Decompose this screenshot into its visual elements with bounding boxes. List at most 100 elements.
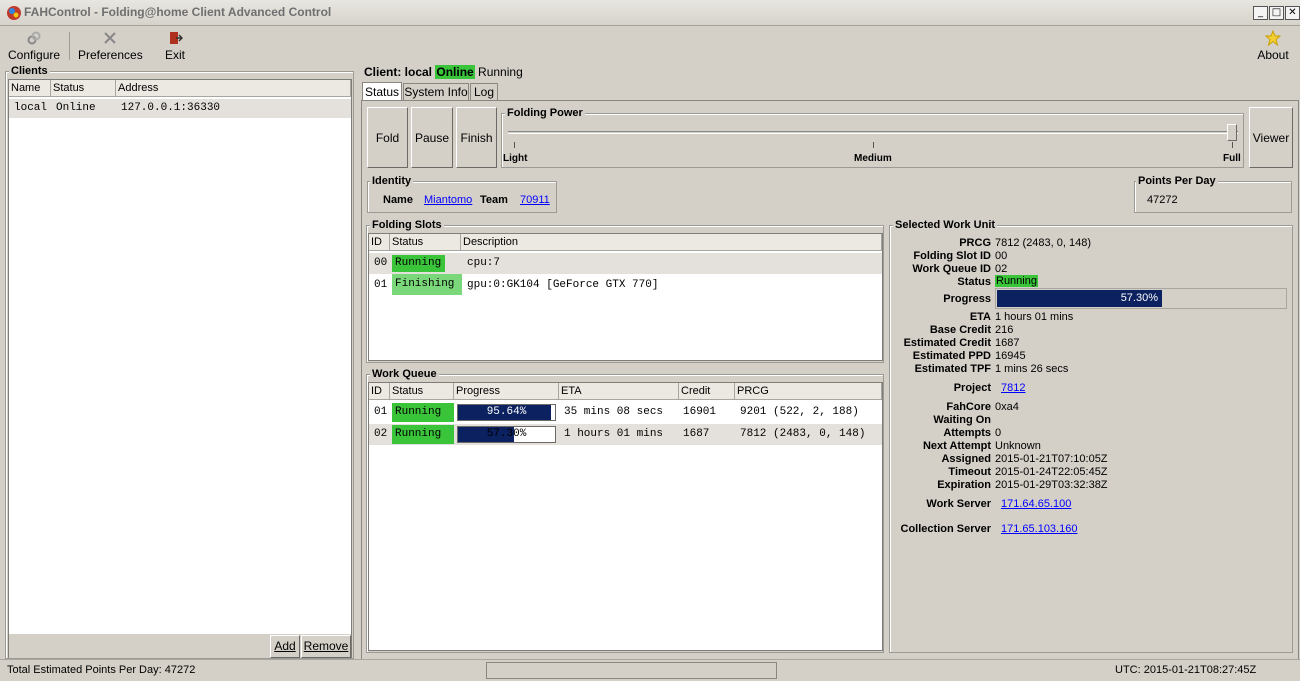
identity-name-link[interactable]: Miantomo bbox=[424, 194, 472, 206]
clients-list[interactable]: Name Status Address local Online 127.0.0… bbox=[8, 79, 352, 658]
estimated-credit-value: 1687 bbox=[995, 337, 1020, 349]
attempts-value: 0 bbox=[995, 427, 1002, 439]
slot-row[interactable]: 01 Finishing gpu:0:GK104 [GeForce GTX 77… bbox=[369, 274, 882, 296]
queue-row[interactable]: 02 Running 57.30% 1 hours 01 mins 1687 7… bbox=[369, 424, 882, 445]
client-status: Online bbox=[56, 102, 96, 114]
queue-col-status[interactable]: Status bbox=[390, 383, 454, 400]
tab-system-info[interactable]: System Info bbox=[403, 83, 469, 101]
selected-work-unit-title: Selected Work Unit bbox=[893, 219, 998, 231]
eta-label: ETA bbox=[969, 311, 991, 323]
exit-icon bbox=[170, 32, 183, 44]
estimated-ppd-label: Estimated PPD bbox=[912, 350, 991, 362]
expiration-value: 2015-01-29T03:32:38Z bbox=[995, 479, 1108, 491]
power-full-label: Full bbox=[1223, 153, 1241, 164]
pause-button[interactable]: Pause bbox=[411, 107, 453, 168]
clients-title: Clients bbox=[9, 65, 50, 77]
queue-prcg: 9201 (522, 2, 188) bbox=[740, 406, 859, 418]
status-total-ppd: Total Estimated Points Per Day: 47272 bbox=[7, 664, 196, 676]
power-tick-full bbox=[1232, 142, 1233, 148]
slot-id-label: Folding Slot ID bbox=[913, 250, 991, 262]
queue-col-credit[interactable]: Credit bbox=[679, 383, 735, 400]
slot-row[interactable]: 00 Running cpu:7 bbox=[369, 253, 882, 274]
exit-button[interactable]: Exit bbox=[160, 30, 190, 62]
power-slider-track[interactable] bbox=[508, 131, 1238, 134]
app-icon bbox=[7, 6, 21, 20]
configure-button[interactable]: Configure bbox=[8, 30, 60, 62]
next-attempt-label: Next Attempt bbox=[922, 440, 991, 452]
power-light-label: Light bbox=[503, 153, 528, 164]
slots-col-description[interactable]: Description bbox=[461, 234, 882, 251]
queue-credit: 16901 bbox=[683, 406, 717, 418]
close-button[interactable]: ✕ bbox=[1285, 6, 1300, 20]
remove-button[interactable]: Remove bbox=[301, 635, 351, 658]
base-credit-value: 216 bbox=[995, 324, 1014, 336]
preferences-button[interactable]: Preferences bbox=[78, 30, 143, 62]
identity-title: Identity bbox=[370, 175, 414, 187]
queue-id: 02 bbox=[374, 428, 388, 440]
tools-icon bbox=[104, 32, 116, 44]
assigned-value: 2015-01-21T07:10:05Z bbox=[995, 453, 1108, 465]
slot-id: 00 bbox=[374, 257, 388, 269]
collection-server-label: Collection Server bbox=[900, 523, 991, 535]
tab-status[interactable]: Status bbox=[362, 82, 402, 101]
viewer-button[interactable]: Viewer bbox=[1249, 107, 1293, 168]
client-row[interactable]: local Online 127.0.0.1:36330 bbox=[9, 99, 351, 118]
ppd-title: Points Per Day bbox=[1136, 175, 1218, 187]
prcg-label: PRCG bbox=[959, 237, 991, 249]
client-header: Client: local Online Running bbox=[364, 65, 523, 79]
queue-eta: 35 mins 08 secs bbox=[564, 406, 664, 418]
queue-progress-bar: 57.30% bbox=[457, 426, 556, 443]
estimated-tpf-value: 1 mins 26 secs bbox=[995, 363, 1069, 375]
queue-col-progress[interactable]: Progress bbox=[454, 383, 559, 400]
client-state: Running bbox=[478, 65, 523, 79]
tab-log[interactable]: Log bbox=[470, 83, 498, 101]
slot-status-badge: Running bbox=[392, 255, 445, 272]
queue-col-eta[interactable]: ETA bbox=[559, 383, 679, 400]
add-button[interactable]: Add bbox=[270, 635, 300, 658]
queue-col-prcg[interactable]: PRCG bbox=[735, 383, 882, 400]
ppd-value: 47272 bbox=[1147, 194, 1178, 206]
identity-team-label: Team bbox=[480, 194, 508, 206]
identity-name-label: Name bbox=[383, 194, 413, 206]
fold-button[interactable]: Fold bbox=[367, 107, 408, 168]
folding-slots-table[interactable]: ID Status Description 00 Running cpu:7 0… bbox=[368, 233, 883, 361]
clients-col-address[interactable]: Address bbox=[116, 80, 351, 97]
status-badge: Running bbox=[995, 275, 1038, 287]
queue-prcg: 7812 (2483, 0, 148) bbox=[740, 428, 866, 440]
eta-value: 1 hours 01 mins bbox=[995, 311, 1074, 323]
slots-col-status[interactable]: Status bbox=[390, 234, 461, 251]
client-header-label: Client: local bbox=[364, 65, 433, 79]
toolbar: Configure Preferences Exit About bbox=[0, 26, 1300, 64]
slots-col-id[interactable]: ID bbox=[369, 234, 390, 251]
status-bar: Total Estimated Points Per Day: 47272 UT… bbox=[0, 659, 1300, 681]
queue-id-label: Work Queue ID bbox=[912, 263, 991, 275]
folding-power-title: Folding Power bbox=[505, 107, 585, 119]
collection-server-link[interactable]: 171.65.103.160 bbox=[1001, 523, 1077, 535]
queue-id: 01 bbox=[374, 406, 388, 418]
link-icon bbox=[27, 31, 41, 45]
project-link[interactable]: 7812 bbox=[1001, 382, 1025, 394]
finish-button[interactable]: Finish bbox=[456, 107, 497, 168]
maximize-button[interactable]: □ bbox=[1269, 6, 1284, 20]
minimize-button[interactable]: _ bbox=[1253, 6, 1268, 20]
power-medium-label: Medium bbox=[854, 153, 892, 164]
queue-credit: 1687 bbox=[683, 428, 710, 440]
slot-id: 01 bbox=[374, 279, 388, 291]
work-queue-table[interactable]: ID Status Progress ETA Credit PRCG 01 Ru… bbox=[368, 382, 883, 651]
clients-col-name[interactable]: Name bbox=[9, 80, 51, 97]
queue-col-id[interactable]: ID bbox=[369, 383, 390, 400]
status-label: Status bbox=[957, 276, 991, 288]
power-slider-thumb[interactable] bbox=[1227, 124, 1237, 141]
status-utc-time: UTC: 2015-01-21T08:27:45Z bbox=[1115, 664, 1257, 676]
estimated-tpf-label: Estimated TPF bbox=[914, 363, 991, 375]
queue-status-badge: Running bbox=[392, 403, 454, 422]
queue-id-value: 02 bbox=[995, 263, 1008, 275]
identity-team-link[interactable]: 70911 bbox=[520, 194, 550, 206]
queue-row[interactable]: 01 Running 95.64% 35 mins 08 secs 16901 … bbox=[369, 402, 882, 423]
client-name: local bbox=[14, 102, 48, 114]
fahcore-label: FahCore bbox=[946, 401, 991, 413]
about-button[interactable]: About bbox=[1254, 30, 1292, 62]
window-title: FAHControl - Folding@home Client Advance… bbox=[24, 5, 332, 19]
work-server-link[interactable]: 171.64.65.100 bbox=[1001, 498, 1071, 510]
clients-col-status[interactable]: Status bbox=[51, 80, 116, 97]
